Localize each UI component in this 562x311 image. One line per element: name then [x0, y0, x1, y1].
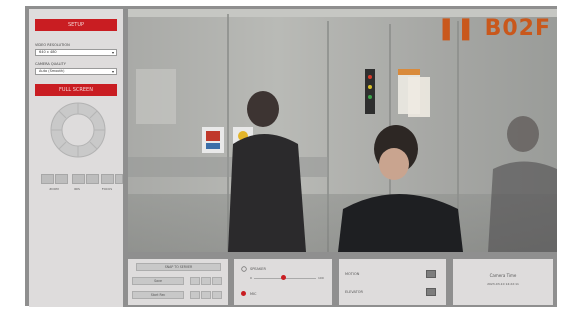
volume-slider-handle[interactable] [281, 275, 286, 280]
snap-to-server-button[interactable]: SNAP TO SERVER [136, 263, 221, 271]
iris-in-button[interactable] [72, 174, 85, 184]
record-button-3[interactable] [212, 291, 222, 299]
zoom-label: ZOOM [49, 187, 59, 191]
zoom-in-button[interactable] [41, 174, 54, 184]
save-button[interactable]: Save [132, 277, 184, 285]
iris-label: IRIS [74, 187, 80, 191]
camera-time-value: 2023-03-10 14:22:11 [487, 282, 519, 286]
setup-button[interactable]: SETUP [35, 19, 117, 31]
resolution-value: 640 x 480 [39, 50, 57, 54]
volume-max-label: 100 [318, 276, 324, 280]
zoom-out-button[interactable] [55, 174, 68, 184]
focus-in-button[interactable] [101, 174, 114, 184]
motion-label: MOTION [345, 272, 360, 276]
chevron-down-icon: ▾ [111, 69, 114, 74]
record-button-2[interactable] [201, 291, 211, 299]
camera-time-label: Camera Time [489, 273, 517, 278]
speaker-label: SPEAKER [250, 267, 266, 271]
resolution-label: VIDEO RESOLUTION [35, 43, 70, 47]
elevator-label: ELEVATOR [345, 290, 363, 294]
motion-toggle-button[interactable] [426, 270, 436, 278]
fullscreen-button[interactable]: FULL SCREEN [35, 84, 117, 96]
audio-panel: SPEAKER 0 100 MIC [234, 259, 332, 305]
snapshot-button-2[interactable] [201, 277, 211, 285]
chevron-down-icon: ▾ [111, 50, 114, 55]
snapshot-panel: SNAP TO SERVER Save Start Rec [128, 259, 228, 305]
mic-icon[interactable] [241, 291, 246, 296]
camera-id-label: ❚❚ B02F [437, 16, 551, 41]
motion-panel: MOTION ELEVATOR [339, 259, 446, 305]
elevator-scene-image [128, 9, 557, 252]
control-bar: SNAP TO SERVER Save Start Rec SPEAKER 0 … [123, 252, 557, 307]
volume-min-label: 0 [250, 276, 252, 280]
speaker-icon [241, 266, 247, 272]
ptz-control[interactable] [50, 102, 106, 158]
camera-time-panel: Camera Time 2023-03-10 14:22:11 [453, 259, 553, 305]
snapshot-button-1[interactable] [190, 277, 200, 285]
pause-icon: ❚❚ [437, 16, 476, 41]
elevator-toggle-button[interactable] [426, 288, 436, 296]
camera-name: B02F [484, 16, 551, 41]
snapshot-button-3[interactable] [212, 277, 222, 285]
camera-video-feed[interactable]: ❚❚ B02F [128, 9, 557, 252]
quality-select[interactable]: Auto (Smooth) ▾ [35, 68, 117, 75]
quality-value: Auto (Smooth) [39, 69, 65, 73]
mic-label: MIC [250, 292, 257, 296]
resolution-select[interactable]: 640 x 480 ▾ [35, 49, 117, 56]
sidebar: SETUP VIDEO RESOLUTION 640 x 480 ▾ CAMER… [29, 9, 123, 307]
quality-label: CAMERA QUALITY [35, 62, 66, 66]
focus-out-button[interactable] [115, 174, 123, 184]
iris-out-button[interactable] [86, 174, 99, 184]
focus-label: FOCUS [101, 187, 113, 191]
start-record-button[interactable]: Start Rec [132, 291, 184, 299]
record-button-1[interactable] [190, 291, 200, 299]
